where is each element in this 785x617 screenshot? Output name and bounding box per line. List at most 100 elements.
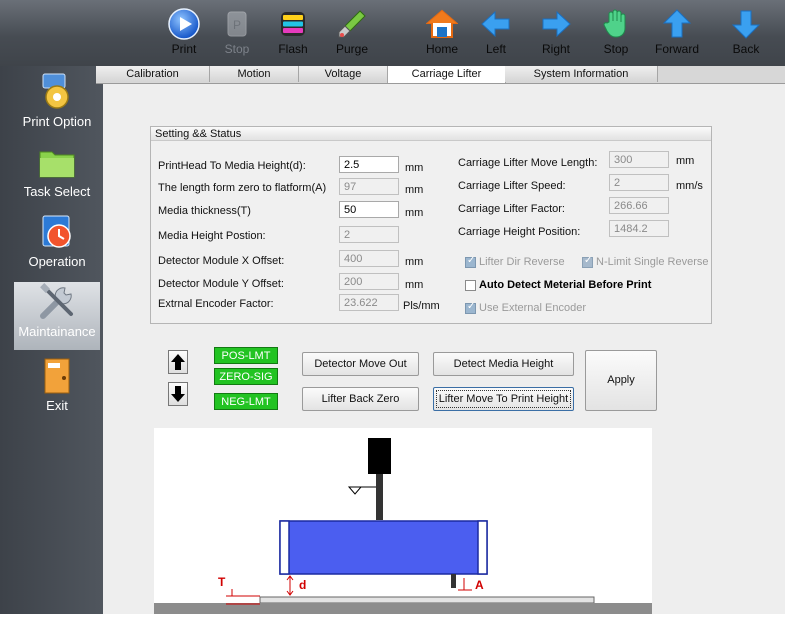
checkbox-box — [465, 255, 476, 268]
zero-signal-indicator: ZERO-SIG — [214, 368, 278, 385]
pos-limit-indicator: POS-LMT — [214, 347, 278, 364]
printhead-block — [368, 438, 391, 474]
lifter-back-zero-button[interactable]: Lifter Back Zero — [302, 387, 419, 411]
print-button[interactable]: Print — [154, 8, 214, 62]
n-limit-single-reverse-checkbox[interactable]: N-Limit Single Reverse — [582, 255, 708, 268]
stop-button[interactable]: Stop — [586, 8, 646, 62]
tab-calibration[interactable]: Calibration — [96, 66, 210, 82]
tab-label: Motion — [237, 68, 271, 80]
tab-system-information[interactable]: System Information — [505, 66, 658, 82]
lifter-move-length-input — [609, 151, 669, 168]
field-label-lifter-factor: Carriage Lifter Factor: — [458, 203, 565, 215]
arrow-right-icon — [542, 10, 571, 38]
sidebar-item-label: Exit — [46, 398, 68, 413]
unit-label: Pls/mm — [403, 300, 440, 312]
print-icon — [168, 8, 200, 40]
lifter-dir-reverse-checkbox[interactable]: Lifter Dir Reverse — [465, 255, 565, 268]
height-marker-triangle — [347, 486, 363, 495]
arrow-up-icon — [171, 354, 185, 370]
field-label-lifter-move-length: Carriage Lifter Move Length: — [458, 157, 598, 169]
arrow-up-icon — [662, 9, 692, 38]
purge-label: Purge — [335, 42, 369, 56]
detector-move-out-button[interactable]: Detector Move Out — [302, 352, 419, 376]
auto-detect-checkbox[interactable]: Auto Detect Meterial Before Print — [465, 279, 651, 291]
t-label: T — [218, 575, 226, 589]
lifter-move-to-print-height-button[interactable]: Lifter Move To Print Height — [433, 387, 574, 411]
door-icon — [44, 358, 70, 394]
sidebar-item-exit[interactable]: Exit — [14, 356, 100, 422]
lifter-diagram: d A T — [154, 428, 652, 614]
detector-pin — [451, 574, 456, 588]
arrow-left-icon — [481, 10, 510, 38]
tab-label: Carriage Lifter — [411, 68, 482, 80]
home-button[interactable]: Home — [412, 8, 472, 62]
tab-voltage[interactable]: Voltage — [299, 66, 388, 82]
field-label-length-zero: The length form zero to flatform(A) — [158, 182, 327, 194]
tab-carriage-lifter[interactable]: Carriage Lifter — [387, 66, 506, 83]
clock-icon — [42, 215, 71, 248]
sidebar-item-task-select[interactable]: Task Select — [14, 142, 100, 206]
forward-button[interactable]: Forward — [647, 8, 707, 62]
lifter-up-button[interactable] — [168, 350, 188, 374]
sidebar-item-operation[interactable]: Operation — [14, 212, 100, 276]
tab-bar: Calibration Motion Voltage Carriage Lift… — [96, 66, 785, 84]
unit-label: mm — [405, 207, 424, 219]
checkbox-box — [465, 301, 476, 314]
lifter-down-button[interactable] — [168, 382, 188, 406]
checkbox-label: Lifter Dir Reverse — [479, 256, 565, 268]
checkbox-label: Auto Detect Meterial Before Print — [479, 279, 652, 291]
media-sheet — [259, 596, 595, 604]
carriage-side-left — [279, 520, 290, 575]
arrow-down-icon — [731, 10, 761, 39]
right-label: Right — [541, 42, 570, 56]
purge-button[interactable]: Purge — [322, 8, 382, 62]
left-button[interactable]: Left — [466, 8, 526, 62]
right-button[interactable]: Right — [526, 8, 586, 62]
stop-disabled-label: Stop — [224, 42, 250, 56]
neg-limit-indicator: NEG-LMT — [214, 393, 278, 410]
print-label: Print — [171, 42, 197, 56]
gear-icon — [42, 73, 69, 109]
field-label-detector-x-offset: Detector Module X Offset: — [158, 255, 285, 267]
home-label: Home — [425, 42, 458, 56]
sidebar-item-label: Maintainance — [18, 324, 96, 339]
unit-label: mm — [405, 279, 424, 291]
length-zero-input — [339, 178, 399, 195]
media-thickness-input[interactable] — [339, 201, 399, 218]
flash-button[interactable]: Flash — [263, 8, 323, 62]
unit-label: mm — [405, 256, 424, 268]
platform-base — [154, 603, 652, 614]
svg-text:P: P — [233, 18, 241, 32]
flash-label: Flash — [278, 42, 308, 56]
detector-x-offset-input — [339, 250, 399, 267]
sidebar-item-label: Operation — [28, 254, 86, 269]
unit-label: mm — [405, 184, 424, 196]
field-label-media-height-position: Media Height Postion: — [158, 230, 266, 242]
printhead-height-input[interactable] — [339, 156, 399, 173]
stop-label: Stop — [603, 42, 629, 56]
tools-icon — [40, 283, 73, 319]
arrow-down-icon — [171, 386, 185, 402]
use-external-encoder-checkbox[interactable]: Use External Encoder — [465, 301, 586, 314]
field-label-detector-y-offset: Detector Module Y Offset: — [158, 278, 284, 290]
carriage-body — [279, 520, 488, 575]
sidebar-item-print-option[interactable]: Print Option — [14, 72, 100, 136]
pause-button[interactable]: P Stop — [207, 8, 267, 62]
hand-stop-icon — [603, 9, 626, 38]
tab-label: Voltage — [324, 68, 362, 80]
apply-button[interactable]: Apply — [585, 350, 657, 411]
back-button[interactable]: Back — [716, 8, 776, 62]
tab-motion[interactable]: Motion — [210, 66, 299, 82]
detect-media-height-button[interactable]: Detect Media Height — [433, 352, 574, 376]
media-height-position-input — [339, 226, 399, 243]
forward-label: Forward — [654, 42, 699, 56]
group-title: Setting && Status — [151, 127, 711, 141]
checkbox-box — [582, 255, 593, 268]
field-label-printhead-height: PrintHead To Media Height(d): — [158, 160, 306, 172]
tab-label: Calibration — [126, 68, 179, 80]
tab-label: System Information — [533, 68, 629, 80]
encoder-factor-input — [339, 294, 399, 311]
checkbox-label: Use External Encoder — [479, 302, 586, 314]
field-label-lifter-speed: Carriage Lifter Speed: — [458, 180, 566, 192]
sidebar-item-maintainance[interactable]: Maintainance — [14, 282, 100, 350]
